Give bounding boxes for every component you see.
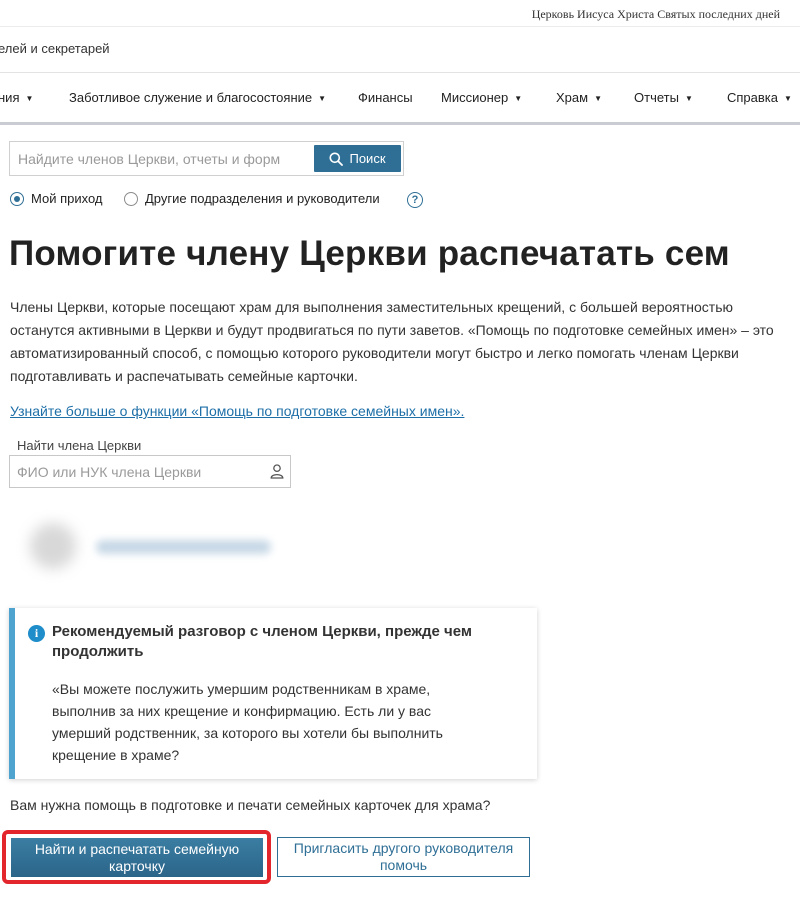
nav-item-label: Справка xyxy=(727,90,778,105)
info-card-quote: «Вы можете послужить умершим родственник… xyxy=(52,681,443,763)
info-icon: i xyxy=(28,625,45,642)
nav-item-finance[interactable]: Финансы xyxy=(358,90,413,105)
caret-down-icon: ▼ xyxy=(684,94,693,103)
recommended-conversation-card: i Рекомендуемый разговор с членом Церкви… xyxy=(9,608,537,779)
radio-label: Мой приход xyxy=(31,191,103,206)
site-subtitle: елей и секретарей xyxy=(0,41,110,56)
nav-item-label: Храм xyxy=(556,90,589,105)
nav-item-help[interactable]: Справка ▼ xyxy=(727,90,792,105)
nav-item-ministering[interactable]: Заботливое служение и благосостояние ▼ xyxy=(69,90,326,105)
intro-paragraph: Члены Церкви, которые посещают храм для … xyxy=(10,299,774,384)
member-avatar[interactable] xyxy=(30,523,76,569)
member-search-box xyxy=(9,455,291,488)
top-bar: Церковь Иисуса Христа Святых последних д… xyxy=(0,0,800,27)
invite-another-leader-button[interactable]: Пригласить другого руководителя помочь xyxy=(277,837,530,877)
church-name: Церковь Иисуса Христа Святых последних д… xyxy=(531,7,780,21)
nav-item-label: Финансы xyxy=(358,90,413,105)
find-and-print-card-button[interactable]: Найти и распечатать семейную карточку xyxy=(11,838,263,877)
search-box: Поиск xyxy=(9,141,404,176)
nav-item-label: Отчеты xyxy=(634,90,679,105)
radio-my-ward[interactable]: Мой приход xyxy=(10,191,103,206)
caret-down-icon: ▼ xyxy=(594,94,602,103)
nav-item-reports[interactable]: Отчеты ▼ xyxy=(634,90,693,105)
nav-item-label: ния xyxy=(0,90,20,105)
search-input[interactable] xyxy=(10,142,310,175)
member-search-input[interactable] xyxy=(10,456,260,487)
help-question-icon[interactable]: ? xyxy=(407,192,423,208)
nav-item-missionary[interactable]: Миссионер ▼ xyxy=(441,90,522,105)
nav-item-temple[interactable]: Храм ▼ xyxy=(556,90,602,105)
help-question-text: Вам нужна помощь в подготовке и печати с… xyxy=(10,797,491,813)
nav-item-label: Заботливое служение и благосостояние xyxy=(69,90,313,105)
radio-selected-icon xyxy=(10,191,24,206)
search-icon xyxy=(329,152,344,166)
search-button-label: Поиск xyxy=(349,151,386,166)
caret-down-icon: ▼ xyxy=(25,94,34,103)
radio-label: Другие подразделения и руководители xyxy=(145,191,380,206)
person-icon xyxy=(270,464,284,479)
main-nav: ния ▼ Заботливое служение и благосостояни… xyxy=(0,72,800,125)
info-card-title: Рекомендуемый разговор с членом Церкви, … xyxy=(52,623,472,660)
learn-more-link[interactable]: Узнайте больше о функции «Помощь по подг… xyxy=(10,403,464,419)
radio-unselected-icon xyxy=(124,191,138,206)
radio-other-units[interactable]: Другие подразделения и руководители xyxy=(124,191,380,206)
caret-down-icon: ▼ xyxy=(784,94,792,103)
search-button[interactable]: Поиск xyxy=(314,145,401,172)
page-title: Помогите члену Церкви распечатать сем xyxy=(9,234,730,273)
nav-item-label: Миссионер xyxy=(441,90,509,105)
caret-down-icon: ▼ xyxy=(514,94,523,103)
member-name-blurred[interactable] xyxy=(96,540,271,554)
caret-down-icon: ▼ xyxy=(318,94,327,103)
nav-item-membership[interactable]: ния ▼ xyxy=(0,90,33,105)
member-search-label: Найти члена Церкви xyxy=(17,438,142,453)
